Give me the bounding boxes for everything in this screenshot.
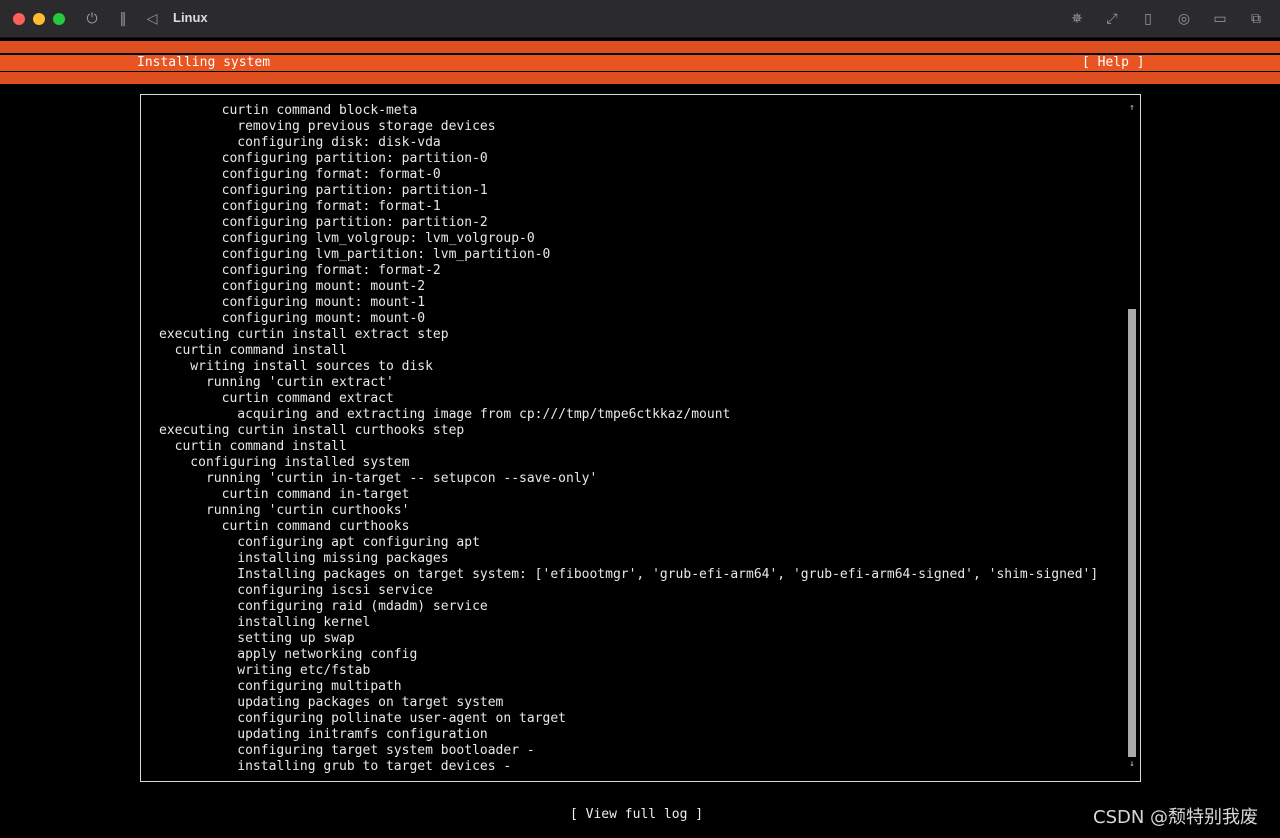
log-line: configuring mount: mount-0	[159, 311, 426, 326]
log-line: curtin command curthooks	[159, 519, 410, 534]
header-decoration-bottom	[0, 72, 1280, 84]
log-line: configuring partition: partition-2	[159, 215, 488, 230]
log-line: updating packages on target system	[159, 695, 504, 710]
log-line: executing curtin install extract step	[159, 327, 449, 342]
log-line: configuring installed system	[159, 455, 410, 470]
log-line: configuring raid (mdadm) service	[159, 599, 488, 614]
back-icon[interactable]: ◁	[141, 8, 163, 30]
usb-icon[interactable]: ▯	[1137, 8, 1159, 30]
log-line: curtin command extract	[159, 391, 394, 406]
log-line: writing etc/fstab	[159, 663, 371, 678]
log-line: configuring lvm_volgroup: lvm_volgroup-0	[159, 231, 535, 246]
log-line: installing grub to target devices -	[159, 759, 512, 774]
scrollbar-thumb[interactable]	[1128, 309, 1136, 757]
log-line: curtin command install	[159, 343, 347, 358]
log-line: configuring format: format-0	[159, 167, 441, 182]
brightness-icon[interactable]: ✵	[1066, 8, 1088, 30]
header-decoration-top	[0, 41, 1280, 53]
log-line: configuring mount: mount-1	[159, 295, 426, 310]
window-titlebar: ⏻ ‖ ◁ Linux ✵ ⤢ ▯ ◎ ▭ ⧉	[0, 0, 1280, 38]
scroll-up-arrow-icon[interactable]: ↑	[1128, 103, 1136, 113]
log-line: configuring lvm_partition: lvm_partition…	[159, 247, 551, 262]
log-line: curtin command install	[159, 439, 347, 454]
install-log-panel[interactable]: curtin command block-meta removing previ…	[140, 94, 1141, 782]
log-line: configuring multipath	[159, 679, 402, 694]
log-line: configuring mount: mount-2	[159, 279, 426, 294]
log-line: curtin command block-meta	[159, 103, 418, 118]
pause-icon[interactable]: ‖	[112, 8, 134, 30]
log-line: installing kernel	[159, 615, 371, 630]
log-line: removing previous storage devices	[159, 119, 496, 134]
power-icon[interactable]: ⏻	[81, 8, 103, 30]
log-line: writing install sources to disk	[159, 359, 433, 374]
log-line: apply networking config	[159, 647, 418, 662]
log-line: running 'curtin in-target -- setupcon --…	[159, 471, 598, 486]
close-window-button[interactable]	[13, 13, 25, 25]
log-line: configuring target system bootloader -	[159, 743, 535, 758]
resize-icon[interactable]: ⤢	[1101, 8, 1123, 30]
log-line: Installing packages on target system: ['…	[159, 567, 1099, 582]
log-line: running 'curtin curthooks'	[159, 503, 410, 518]
log-line: setting up swap	[159, 631, 355, 646]
log-line: installing missing packages	[159, 551, 449, 566]
log-line: configuring partition: partition-1	[159, 183, 488, 198]
minimize-window-button[interactable]	[33, 13, 45, 25]
log-scrollbar[interactable]: ↑ ↓	[1128, 103, 1136, 769]
maximize-window-button[interactable]	[53, 13, 65, 25]
log-line: configuring iscsi service	[159, 583, 433, 598]
log-line: configuring disk: disk-vda	[159, 135, 441, 150]
watermark: CSDN @颓特别我废	[1093, 807, 1259, 828]
windows-icon[interactable]: ⧉	[1245, 8, 1267, 30]
disc-icon[interactable]: ◎	[1173, 8, 1195, 30]
log-line: executing curtin install curthooks step	[159, 423, 465, 438]
log-line: configuring apt configuring apt	[159, 535, 480, 550]
scroll-down-arrow-icon[interactable]: ↓	[1128, 759, 1136, 769]
log-line: updating initramfs configuration	[159, 727, 488, 742]
installer-header: Installing system [ Help ]	[0, 55, 1280, 71]
help-button[interactable]: [ Help ]	[1082, 55, 1145, 71]
log-line: configuring format: format-1	[159, 199, 441, 214]
log-line: configuring pollinate user-agent on targ…	[159, 711, 566, 726]
log-line: curtin command in-target	[159, 487, 410, 502]
log-line: configuring format: format-2	[159, 263, 441, 278]
page-title: Installing system	[137, 55, 271, 70]
log-line: acquiring and extracting image from cp:/…	[159, 407, 731, 422]
log-lines: curtin command block-meta removing previ…	[159, 103, 1120, 775]
view-full-log-button[interactable]: [ View full log ]	[570, 807, 703, 823]
log-line: configuring partition: partition-0	[159, 151, 488, 166]
log-line: running 'curtin extract'	[159, 375, 394, 390]
folder-icon[interactable]: ▭	[1209, 8, 1231, 30]
window-title: Linux	[173, 10, 208, 25]
